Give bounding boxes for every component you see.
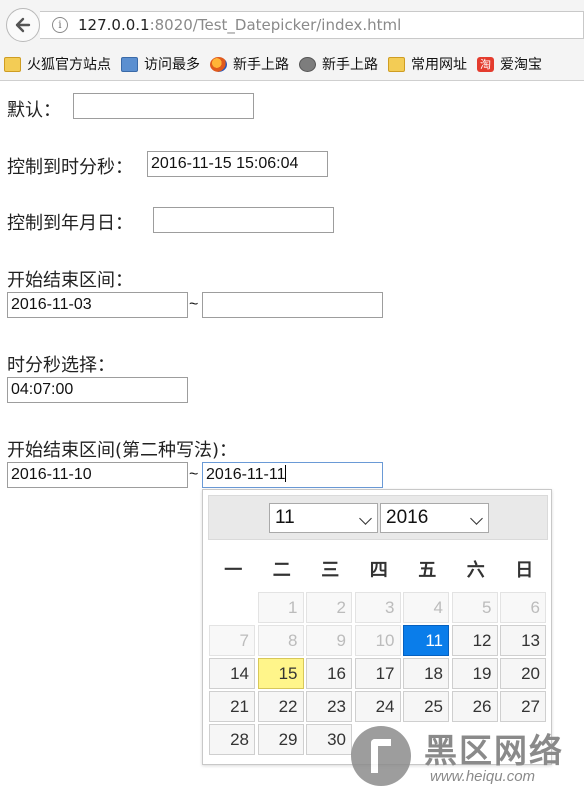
month-select[interactable]: 11: [269, 503, 378, 533]
bookmark-item[interactable]: 常用网址: [384, 54, 473, 74]
address-bar[interactable]: i 127.0.0.1:8020/Test_Datepicker/index.h…: [40, 11, 584, 39]
calendar-day-27[interactable]: 27: [500, 691, 546, 722]
chevron-down-icon: [359, 512, 372, 525]
info-icon[interactable]: i: [52, 17, 68, 33]
calendar-day-20[interactable]: 20: [500, 658, 546, 689]
calendar-day-24[interactable]: 24: [354, 691, 401, 722]
calendar-day-1: 1: [257, 592, 304, 623]
calendar-day-9: 9: [306, 625, 352, 656]
bookmark-item[interactable]: 淘 爱淘宝: [473, 54, 548, 74]
time-label: 时分秒选择：: [7, 355, 115, 376]
bookmark-label: 爱淘宝: [500, 57, 542, 73]
globe-icon: [299, 56, 316, 72]
date-label: 控制到年月日：: [7, 213, 133, 234]
firefox-icon: [210, 56, 227, 72]
chevron-down-icon: [470, 512, 483, 525]
calendar-day-26[interactable]: 26: [451, 691, 498, 722]
weekday-label: 四: [369, 560, 388, 581]
calendar-day-3: 3: [354, 592, 401, 623]
watermark-logo-icon: [351, 726, 411, 786]
taobao-icon: 淘: [477, 56, 494, 72]
watermark-url: www.heiqu.com: [430, 768, 536, 785]
bookmark-item[interactable]: 新手上路: [206, 54, 295, 74]
weekday-label: 二: [272, 560, 291, 581]
calendar-day-13[interactable]: 13: [500, 625, 546, 656]
range-end-input[interactable]: [202, 292, 383, 318]
calendar-day-19[interactable]: 19: [451, 658, 498, 689]
watermark-text: 黑区网络: [424, 731, 564, 770]
calendar-day-18[interactable]: 18: [403, 658, 449, 689]
folder-icon: [388, 56, 405, 72]
browser-nav-bar: i 127.0.0.1:8020/Test_Datepicker/index.h…: [0, 0, 584, 48]
weekday-label: 日: [515, 560, 534, 581]
url-host: 127.0.0.1: [78, 16, 150, 34]
back-arrow-icon: [15, 17, 31, 33]
range-start-input[interactable]: 2016-11-03: [7, 292, 188, 318]
weekday-label: 三: [321, 560, 340, 581]
weekday-label: 五: [418, 560, 437, 581]
back-button[interactable]: [6, 8, 40, 42]
bookmark-label: 常用网址: [411, 57, 467, 73]
default-date-input[interactable]: [73, 93, 254, 119]
bookmark-label: 访问最多: [144, 57, 200, 73]
year-select-value: 2016: [386, 507, 429, 528]
url-path: :8020/Test_Datepicker/index.html: [149, 16, 402, 34]
calendar-day-11[interactable]: 11: [403, 625, 449, 656]
calendar-day-28[interactable]: 28: [209, 724, 255, 755]
range2-end-value: 2016-11-11: [206, 466, 286, 483]
datetime-label: 控制到时分秒：: [7, 157, 133, 178]
bookmark-item[interactable]: 访问最多: [117, 54, 206, 74]
calendar-day-14[interactable]: 14: [209, 658, 255, 689]
weekday-label: 一: [224, 560, 243, 581]
calendar-day-6: 6: [500, 592, 546, 623]
range2-separator: ~: [189, 466, 199, 483]
calendar-day-2: 2: [306, 592, 352, 623]
range2-label: 开始结束区间(第二种写法)：: [7, 440, 238, 461]
range2-start-input[interactable]: 2016-11-10: [7, 462, 188, 488]
range-label: 开始结束区间：: [7, 270, 133, 291]
bookmark-label: 火狐官方站点: [27, 57, 111, 73]
calendar-day-15[interactable]: 15: [257, 658, 304, 689]
calendar-day-30[interactable]: 30: [306, 724, 352, 755]
calendar-day-17[interactable]: 17: [354, 658, 401, 689]
calendar-day-10: 10: [354, 625, 401, 656]
time-input[interactable]: 04:07:00: [7, 377, 188, 403]
folder-icon: [4, 56, 21, 72]
bookmark-item[interactable]: 新手上路: [295, 54, 384, 74]
default-label: 默认：: [7, 100, 61, 121]
range-separator: ~: [189, 296, 199, 313]
text-caret: [285, 465, 287, 482]
calendar-day-8: 8: [257, 625, 304, 656]
calendar-day-22[interactable]: 22: [257, 691, 304, 722]
calendar-day-25[interactable]: 25: [403, 691, 449, 722]
url-text: 127.0.0.1:8020/Test_Datepicker/index.htm…: [78, 16, 401, 34]
calendar-day-12[interactable]: 12: [451, 625, 498, 656]
bookmark-label: 新手上路: [233, 57, 289, 73]
weekday-label: 六: [466, 560, 485, 581]
bookmark-book-icon: [121, 56, 138, 72]
calendar-day-5: 5: [451, 592, 498, 623]
calendar-day-29[interactable]: 29: [257, 724, 304, 755]
datetime-input[interactable]: 2016-11-15 15:06:04: [147, 151, 328, 177]
calendar-day-7: 7: [209, 625, 255, 656]
bookmark-item[interactable]: 火狐官方站点: [0, 54, 117, 74]
calendar-day-21[interactable]: 21: [209, 691, 255, 722]
date-input[interactable]: [153, 207, 334, 233]
bookmarks-toolbar: 火狐官方站点 访问最多 新手上路 新手上路 常用网址 淘 爱淘宝: [0, 48, 584, 81]
year-select[interactable]: 2016: [380, 503, 489, 533]
calendar-day-4: 4: [403, 592, 449, 623]
watermark: 黑区网络 www.heiqu.com: [348, 722, 584, 791]
calendar-day-16[interactable]: 16: [306, 658, 352, 689]
month-select-value: 11: [275, 507, 295, 528]
calendar-day-23[interactable]: 23: [306, 691, 352, 722]
datepicker-header: 11 2016: [208, 495, 548, 540]
range2-end-input[interactable]: 2016-11-11: [202, 462, 383, 488]
bookmark-label: 新手上路: [322, 57, 378, 73]
weekday-header-row: 一二三四五六日: [209, 556, 551, 581]
